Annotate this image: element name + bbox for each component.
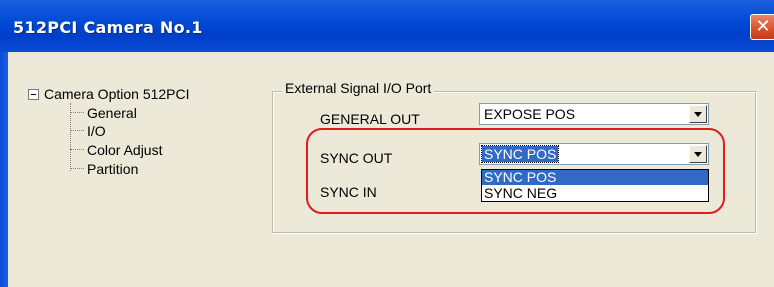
tree-item-label: General [87, 105, 137, 121]
tree-root-item[interactable]: Camera Option 512PCI [28, 84, 190, 104]
chevron-down-icon[interactable] [689, 105, 707, 123]
tree-branch-line [70, 130, 84, 132]
groupbox-legend: External Signal I/O Port [282, 80, 435, 96]
tree-item-general[interactable]: General [70, 104, 137, 122]
tree-branch-line [70, 112, 84, 114]
options-tree: Camera Option 512PCI General I/O Color A… [28, 84, 228, 194]
window-left-border [0, 52, 8, 287]
tree-item-label: Color Adjust [87, 142, 163, 158]
close-button[interactable]: ✕ [750, 14, 774, 40]
dialog-window: 512PCI Camera No.1 ✕ Camera Option 512PC… [0, 0, 774, 287]
minus-box-icon[interactable] [28, 88, 39, 100]
tree-branch-line [70, 168, 84, 170]
red-highlight-annotation [306, 128, 725, 214]
window-title: 512PCI Camera No.1 [13, 18, 203, 37]
close-icon: ✕ [755, 16, 771, 37]
tree-root-label: Camera Option 512PCI [44, 86, 190, 102]
tree-item-io[interactable]: I/O [70, 122, 106, 140]
tree-branch-line [70, 149, 84, 151]
tree-item-label: I/O [87, 123, 106, 139]
general-out-label: GENERAL OUT [320, 111, 420, 127]
tree-item-label: Partition [87, 161, 139, 177]
tree-item-partition[interactable]: Partition [70, 160, 138, 178]
tree-item-color-adjust[interactable]: Color Adjust [70, 141, 162, 159]
title-bar[interactable]: 512PCI Camera No.1 ✕ [0, 0, 774, 52]
general-out-combobox[interactable]: EXPOSE POS [479, 103, 709, 125]
general-out-value: EXPOSE POS [484, 106, 576, 122]
